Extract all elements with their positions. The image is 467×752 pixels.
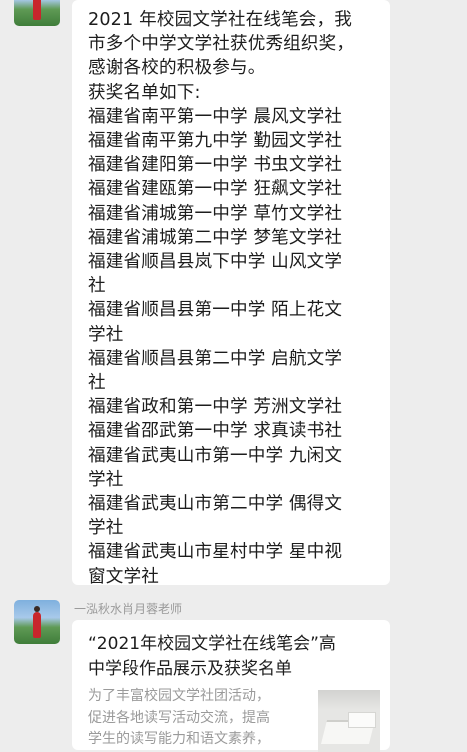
message-intro: 2021 年校园文学社在线笔会，我 市多个中学文学社获优秀组织奖， 感谢各校的积… bbox=[88, 8, 382, 81]
winner-item: 福建省武夷山市第二中学 偶得文 bbox=[88, 494, 343, 515]
winner-item: 福建省武夷山市星村中学 星中视 bbox=[88, 542, 343, 563]
winner-item: 福建省武夷山市第一中学 九闲文 bbox=[88, 445, 343, 466]
message-bubble[interactable]: 2021 年校园文学社在线笔会，我 市多个中学文学社获优秀组织奖， 感谢各校的积… bbox=[72, 0, 390, 587]
thumbnail-background bbox=[318, 690, 380, 710]
card-title-line: 中学段作品展示及获奖名单 bbox=[88, 659, 292, 679]
message-text: 2021 年校园文学社在线笔会，我 市多个中学文学社获优秀组织奖， 感谢各校的积… bbox=[88, 8, 382, 589]
winner-item-wrap: 学社 bbox=[88, 469, 124, 490]
winner-item: 福建省顺昌县岚下中学 山风文学 bbox=[88, 252, 343, 273]
winner-item-wrap: 学社 bbox=[88, 324, 124, 345]
sender-avatar[interactable] bbox=[14, 0, 60, 26]
sender-avatar[interactable] bbox=[14, 600, 60, 644]
winner-item-wrap: 学社 bbox=[88, 518, 124, 539]
text-line: 感谢各校的积极参与。 bbox=[88, 58, 266, 79]
sender-name: 一泓秋水肖月蓉老师 bbox=[74, 602, 183, 616]
winner-item: 福建省南平第一中学 晨风文学社 bbox=[88, 106, 343, 127]
winner-list: 福建省南平第一中学 晨风文学社 福建省南平第九中学 勤园文学社 福建省建阳第一中… bbox=[88, 105, 382, 589]
card-description: 为了丰富校园文学社团活动， 促进各地读写活动交流，提高 学生的读写能力和语文素养… bbox=[88, 686, 306, 751]
winner-item: 福建省顺昌县第二中学 启航文学 bbox=[88, 348, 343, 369]
list-heading: 获奖名单如下: bbox=[88, 82, 201, 103]
avatar-person-figure bbox=[33, 0, 41, 20]
card-title-line: “2021年校园文学社在线笔会”高 bbox=[88, 634, 336, 654]
card-desc-line: 促进各地读写活动交流，提高 bbox=[88, 709, 270, 726]
winner-item-wrap: 窗文学社 bbox=[88, 566, 159, 587]
winner-item: 福建省浦城第二中学 梦笔文学社 bbox=[88, 227, 343, 248]
winner-item: 福建省南平第九中学 勤园文学社 bbox=[88, 131, 343, 152]
link-card[interactable]: “2021年校园文学社在线笔会”高 中学段作品展示及获奖名单 为了丰富校园文学社… bbox=[72, 620, 390, 752]
book-page-image bbox=[348, 712, 376, 728]
winner-item: 福建省建阳第一中学 书虫文学社 bbox=[88, 155, 343, 176]
avatar-person-figure bbox=[33, 612, 41, 638]
card-thumbnail bbox=[318, 690, 380, 752]
card-desc-line: 为了丰富校园文学社团活动， bbox=[88, 688, 270, 704]
winner-item: 福建省顺昌县第一中学 陌上花文 bbox=[88, 300, 343, 321]
winner-item-wrap: 社 bbox=[88, 276, 106, 297]
winner-item-wrap: 社 bbox=[88, 373, 106, 394]
winner-item: 福建省邵武第一中学 求真读书社 bbox=[88, 421, 343, 442]
winner-item: 福建省浦城第一中学 草竹文学社 bbox=[88, 203, 343, 224]
text-line: 市多个中学文学社获优秀组织奖， bbox=[88, 34, 355, 55]
text-line: 2021 年校园文学社在线笔会，我 bbox=[88, 10, 353, 30]
card-title: “2021年校园文学社在线笔会”高 中学段作品展示及获奖名单 bbox=[88, 632, 386, 682]
winner-item: 福建省政和第一中学 芳洲文学社 bbox=[88, 397, 343, 418]
winner-item: 福建省建瓯第一中学 狂飙文学社 bbox=[88, 179, 343, 200]
